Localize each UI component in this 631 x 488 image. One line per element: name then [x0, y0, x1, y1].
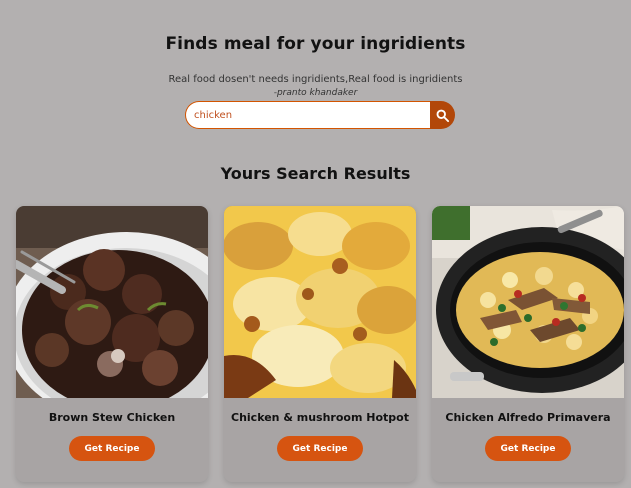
results-list: Brown Stew Chicken Get Recipe Chicken & … [16, 206, 631, 488]
get-recipe-button[interactable]: Get Recipe [69, 436, 155, 461]
page-header: Finds meal for your ingridients Real foo… [0, 34, 631, 99]
chicken-mushroom-hotpot-image [224, 206, 416, 398]
brown-stew-chicken-image [16, 206, 208, 398]
search-button[interactable] [430, 101, 455, 129]
chicken-alfredo-primavera-image [432, 206, 624, 398]
meal-finder-page: Finds meal for your ingridients Real foo… [0, 0, 631, 488]
results-title: Yours Search Results [220, 164, 411, 183]
recipe-title: Chicken & mushroom Hotpot [231, 411, 409, 424]
quote-text: Real food dosen't needs ingridients,Real… [168, 74, 463, 85]
recipe-card: Brown Stew Chicken Get Recipe [16, 206, 208, 482]
recipe-title: Brown Stew Chicken [48, 411, 176, 424]
search-bar [185, 101, 455, 129]
get-recipe-button[interactable]: Get Recipe [277, 436, 363, 461]
search-icon [435, 108, 450, 123]
recipe-title: Chicken Alfredo Primavera [445, 411, 611, 424]
get-recipe-button[interactable]: Get Recipe [485, 436, 571, 461]
recipe-card: Chicken Alfredo Primavera Get Recipe [432, 206, 624, 482]
quote-author: -pranto khandaker [273, 88, 358, 98]
recipe-card: Chicken & mushroom Hotpot Get Recipe [224, 206, 416, 482]
page-title: Finds meal for your ingridients [165, 34, 466, 54]
search-input[interactable] [185, 101, 430, 129]
